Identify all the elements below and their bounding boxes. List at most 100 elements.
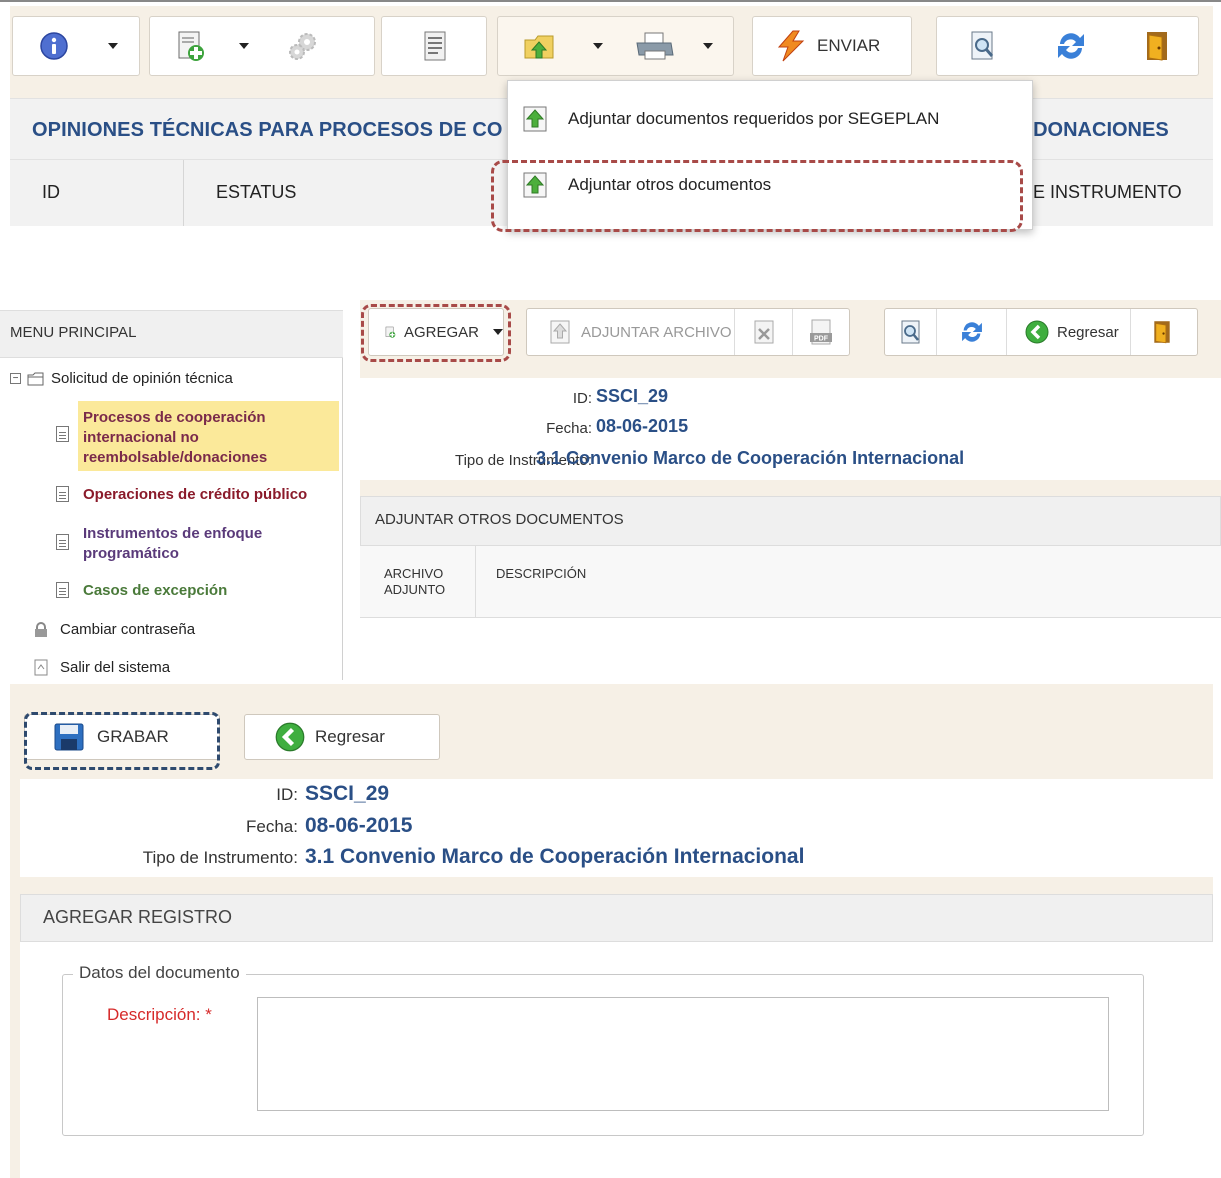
description-label: Descripción: * bbox=[107, 1005, 212, 1024]
attach-other-section-title: ADJUNTAR OTROS DOCUMENTOS bbox=[375, 511, 624, 528]
menu-change-password[interactable]: Cambiar contraseña bbox=[34, 621, 195, 638]
menu-logout[interactable]: Salir del sistema bbox=[34, 659, 170, 676]
panel-attach-view: AGREGAR ADJUNTAR ARCHIVO PDF Regresar ID… bbox=[360, 300, 1221, 680]
highlight-add-button bbox=[361, 304, 511, 362]
new-button[interactable] bbox=[168, 17, 214, 75]
document-icon bbox=[56, 582, 69, 598]
list-button-group bbox=[381, 16, 487, 76]
info-button[interactable] bbox=[31, 17, 77, 75]
back-label: Regresar bbox=[315, 727, 385, 746]
panel-list-view: ENVIAR OPINIONES TÉCNICAS PARA PROCESOS … bbox=[10, 6, 1213, 232]
column-status[interactable]: ESTATUS bbox=[216, 182, 296, 203]
new-dropdown-caret[interactable] bbox=[232, 17, 256, 75]
panel-add-record: GRABAR Regresar ID: SSCI_29 Fecha: 08-06… bbox=[10, 684, 1213, 1178]
print-dropdown-caret[interactable] bbox=[696, 17, 720, 75]
menu-item-credito[interactable]: Operaciones de crédito público bbox=[56, 486, 307, 503]
preview-icon bbox=[901, 320, 919, 344]
menu-item-label: Casos de excepción bbox=[83, 582, 228, 599]
folder-icon bbox=[27, 372, 44, 385]
column-instrument[interactable]: DE INSTRUMENTO bbox=[1020, 182, 1182, 203]
delete-document-icon bbox=[754, 320, 773, 344]
record-info: ID: SSCI_29 Fecha: 08-06-2015 Tipo de In… bbox=[360, 378, 1221, 480]
main-menu-title: MENU PRINCIPAL bbox=[10, 324, 137, 341]
column-attached-file-line2: ADJUNTO bbox=[384, 582, 446, 597]
attach-file-button[interactable]: ADJUNTAR ARCHIVO bbox=[527, 309, 735, 355]
attach-toolbar-group: ADJUNTAR ARCHIVO PDF bbox=[526, 308, 850, 356]
create-button-group bbox=[149, 16, 375, 76]
back-arrow-icon bbox=[1025, 320, 1049, 344]
column-id[interactable]: ID bbox=[42, 182, 60, 203]
settings-button[interactable] bbox=[278, 17, 328, 75]
attachments-table-body bbox=[360, 618, 1221, 680]
attach-dropdown-caret[interactable] bbox=[586, 17, 610, 75]
folder-upload-icon bbox=[524, 35, 554, 59]
id-value: SSCI_29 bbox=[305, 782, 390, 805]
menu-item-excepcion[interactable]: Casos de excepción bbox=[56, 582, 227, 599]
main-menu-header: MENU PRINCIPAL bbox=[0, 310, 343, 358]
print-button[interactable] bbox=[628, 17, 682, 75]
id-label: ID: bbox=[572, 390, 592, 407]
date-value: 08-06-2015 bbox=[596, 416, 689, 436]
menu-item-label: Adjuntar documentos requeridos por SEGEP… bbox=[568, 109, 940, 128]
menu-item-label: Instrumentos de enfoque programático bbox=[83, 525, 263, 562]
preview-button[interactable] bbox=[957, 17, 1009, 75]
printer-icon bbox=[636, 32, 674, 60]
id-label: ID: bbox=[276, 785, 298, 804]
refresh-icon bbox=[1058, 33, 1084, 59]
add-record-form: Datos del documento Descripción: * bbox=[20, 942, 1213, 1178]
attach-file-label: ADJUNTAR ARCHIVO bbox=[581, 323, 732, 341]
preview-button[interactable] bbox=[885, 309, 937, 355]
delete-file-button[interactable] bbox=[735, 309, 793, 355]
top-rule bbox=[0, 0, 1221, 2]
menu-root-solicitud[interactable]: − Solicitud de opinión técnica bbox=[10, 370, 233, 387]
send-button[interactable]: ENVIAR bbox=[752, 16, 912, 76]
view-toolbar-group: Regresar bbox=[884, 308, 1198, 356]
list-button[interactable] bbox=[410, 17, 460, 75]
new-document-icon bbox=[178, 31, 204, 61]
info-button-group bbox=[12, 16, 140, 76]
id-value: SSCI_29 bbox=[596, 386, 669, 406]
exit-button[interactable] bbox=[1131, 309, 1193, 355]
collapse-toggle-icon[interactable]: − bbox=[10, 373, 21, 384]
attach-print-button-group bbox=[497, 16, 734, 76]
exit-door-icon bbox=[1154, 321, 1170, 344]
menu-root-label: Solicitud de opinión técnica bbox=[51, 370, 233, 387]
document-icon bbox=[56, 486, 69, 502]
column-attached-file[interactable]: ARCHIVO ADJUNTO bbox=[384, 566, 445, 598]
refresh-button[interactable] bbox=[937, 309, 1007, 355]
svg-text:PDF: PDF bbox=[814, 336, 829, 343]
add-record-section-title: AGREGAR REGISTRO bbox=[43, 907, 233, 927]
back-arrow-icon bbox=[275, 722, 305, 752]
exit-door-icon bbox=[1147, 32, 1167, 61]
description-textarea[interactable] bbox=[257, 997, 1109, 1111]
exit-button[interactable] bbox=[1131, 17, 1183, 75]
column-attached-file-line1: ARCHIVO bbox=[384, 566, 444, 581]
list-title-end: / DONACIONES bbox=[1022, 119, 1169, 141]
refresh-button[interactable] bbox=[1045, 17, 1097, 75]
logout-document-icon bbox=[34, 659, 48, 676]
attachments-table-header: ARCHIVO ADJUNTO DESCRIPCIÓN bbox=[360, 546, 1221, 618]
attach-other-section-header: ADJUNTAR OTROS DOCUMENTOS bbox=[360, 496, 1221, 546]
back-button[interactable]: Regresar bbox=[244, 714, 440, 760]
menu-item-programatico[interactable]: Instrumentos de enfoque programático bbox=[56, 524, 336, 564]
back-button[interactable]: Regresar bbox=[1007, 309, 1131, 355]
pdf-icon: PDF bbox=[810, 319, 832, 345]
main-menu: MENU PRINCIPAL − Solicitud de opinión té… bbox=[0, 310, 343, 680]
view-button-group bbox=[936, 16, 1199, 76]
column-divider bbox=[475, 546, 476, 618]
date-label: Fecha: bbox=[246, 817, 298, 836]
column-description[interactable]: DESCRIPCIÓN bbox=[496, 566, 586, 581]
lock-icon bbox=[35, 621, 47, 637]
menu-item-label: Operaciones de crédito público bbox=[83, 486, 308, 503]
menu-item-attach-required[interactable]: Adjuntar documentos requeridos por SEGEP… bbox=[522, 99, 939, 139]
refresh-icon bbox=[961, 322, 982, 342]
attach-button[interactable] bbox=[516, 17, 564, 75]
menu-item-donaciones[interactable]: Procesos de cooperación internacional no… bbox=[56, 408, 336, 468]
date-label: Fecha: bbox=[546, 420, 592, 437]
info-dropdown-caret[interactable] bbox=[101, 17, 125, 75]
document-list-icon bbox=[424, 31, 446, 61]
lightning-send-icon bbox=[777, 30, 805, 62]
upload-document-icon bbox=[523, 106, 547, 132]
pdf-button[interactable]: PDF bbox=[793, 309, 849, 355]
menu-item-label: Procesos de cooperación internacional no… bbox=[83, 409, 268, 466]
